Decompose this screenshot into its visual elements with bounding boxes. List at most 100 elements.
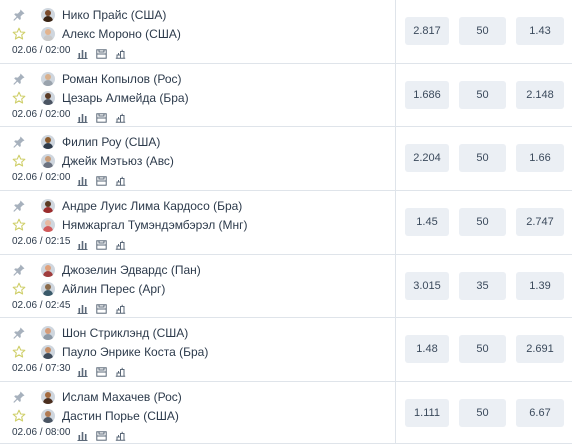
bar-chart-icon[interactable] (77, 237, 88, 250)
field-stats-icon[interactable] (96, 364, 107, 377)
pin-icon[interactable] (12, 199, 26, 213)
fighter2-name[interactable]: Нямжаргал Тумэндэмбэрэл (Мнг) (62, 218, 248, 232)
odd-draw-button[interactable]: 50 (459, 81, 506, 109)
event-time: 02.06 / 07:30 (12, 363, 71, 374)
fighter1-avatar (41, 72, 55, 86)
fighter2-name[interactable]: Джейк Мэтьюз (Авс) (62, 154, 174, 168)
odd-win1-button[interactable]: 2.817 (405, 17, 449, 45)
pin-icon[interactable] (12, 326, 26, 340)
star-outline-icon[interactable] (12, 154, 26, 168)
fighter2-name[interactable]: Дастин Порье (США) (62, 409, 179, 423)
star-outline-icon[interactable] (12, 345, 26, 359)
fighter1-avatar (41, 135, 55, 149)
fighter1-name[interactable]: Шон Стриклэнд (США) (62, 326, 188, 340)
event-info[interactable]: Шон Стриклэнд (США) Пауло Энрике Коста (… (0, 318, 395, 381)
event-info[interactable]: Нико Прайс (США) Алекс Мороно (США) 02.0… (0, 0, 395, 63)
events-list: Нико Прайс (США) Алекс Мороно (США) 02.0… (0, 0, 572, 444)
odd-win1-button[interactable]: 1.111 (405, 399, 449, 427)
odd-win1-button[interactable]: 3.015 (405, 272, 449, 300)
field-stats-icon[interactable] (96, 301, 107, 314)
event-time: 02.06 / 02:45 (12, 300, 71, 311)
fighter1-name[interactable]: Роман Копылов (Рос) (62, 72, 181, 86)
pin-icon[interactable] (12, 263, 26, 277)
event-info[interactable]: Джозелин Эдвардс (Пан) Айлин Перес (Арг)… (0, 255, 395, 317)
event-row: Ислам Махачев (Рос) Дастин Порье (США) 0… (0, 382, 572, 444)
event-time: 02.06 / 02:00 (12, 45, 71, 56)
odd-draw-button[interactable]: 50 (459, 399, 506, 427)
row-divider (395, 318, 396, 381)
odd-draw-button[interactable]: 35 (459, 272, 506, 300)
odd-draw-button[interactable]: 50 (459, 144, 506, 172)
bracket-icon[interactable] (115, 364, 126, 377)
fighter2-name[interactable]: Айлин Перес (Арг) (62, 282, 165, 296)
fighter2-name[interactable]: Цезарь Алмейда (Бра) (62, 91, 189, 105)
bar-chart-icon[interactable] (77, 110, 88, 123)
star-outline-icon[interactable] (12, 409, 26, 423)
field-stats-icon[interactable] (96, 110, 107, 123)
pin-icon[interactable] (12, 390, 26, 404)
bar-chart-icon[interactable] (77, 364, 88, 377)
pin-icon[interactable] (12, 8, 26, 22)
bar-chart-icon[interactable] (77, 428, 88, 441)
event-info[interactable]: Роман Копылов (Рос) Цезарь Алмейда (Бра)… (0, 64, 395, 126)
event-row: Джозелин Эдвардс (Пан) Айлин Перес (Арг)… (0, 255, 572, 318)
fighter2-name[interactable]: Пауло Энрике Коста (Бра) (62, 345, 208, 359)
event-info[interactable]: Филип Роу (США) Джейк Мэтьюз (Авс) 02.06… (0, 127, 395, 190)
pin-icon[interactable] (12, 135, 26, 149)
star-outline-icon[interactable] (12, 282, 26, 296)
star-outline-icon[interactable] (12, 91, 26, 105)
fighter1-avatar (41, 326, 55, 340)
odd-win2-button[interactable]: 6.67 (516, 399, 564, 427)
odd-win1-button[interactable]: 1.45 (405, 208, 449, 236)
event-info[interactable]: Ислам Махачев (Рос) Дастин Порье (США) 0… (0, 382, 395, 443)
star-outline-icon[interactable] (12, 218, 26, 232)
event-time: 02.06 / 02:15 (12, 236, 71, 247)
event-time: 02.06 / 02:00 (12, 172, 71, 183)
odd-win2-button[interactable]: 1.43 (516, 17, 564, 45)
field-stats-icon[interactable] (96, 46, 107, 59)
fighter1-name[interactable]: Филип Роу (США) (62, 135, 160, 149)
bracket-icon[interactable] (115, 301, 126, 314)
event-info[interactable]: Андре Луис Лима Кардосо (Бра) Нямжаргал … (0, 191, 395, 254)
pin-icon[interactable] (12, 72, 26, 86)
field-stats-icon[interactable] (96, 237, 107, 250)
odd-win1-button[interactable]: 1.686 (405, 81, 449, 109)
event-row: Роман Копылов (Рос) Цезарь Алмейда (Бра)… (0, 64, 572, 127)
bracket-icon[interactable] (115, 173, 126, 186)
odd-win2-button[interactable]: 1.66 (516, 144, 564, 172)
odd-win1-button[interactable]: 1.48 (405, 335, 449, 363)
odd-draw-button[interactable]: 50 (459, 335, 506, 363)
bar-chart-icon[interactable] (77, 301, 88, 314)
fighter2-avatar (41, 91, 55, 105)
fighter1-avatar (41, 263, 55, 277)
bracket-icon[interactable] (115, 110, 126, 123)
bracket-icon[interactable] (115, 46, 126, 59)
odd-win1-button[interactable]: 2.204 (405, 144, 449, 172)
odd-win2-button[interactable]: 2.691 (516, 335, 564, 363)
field-stats-icon[interactable] (96, 428, 107, 441)
bracket-icon[interactable] (115, 428, 126, 441)
field-stats-icon[interactable] (96, 173, 107, 186)
odd-draw-button[interactable]: 50 (459, 208, 506, 236)
odd-win2-button[interactable]: 2.747 (516, 208, 564, 236)
bar-chart-icon[interactable] (77, 46, 88, 59)
fighter1-name[interactable]: Ислам Махачев (Рос) (62, 390, 182, 404)
odd-win2-button[interactable]: 1.39 (516, 272, 564, 300)
fighter2-name[interactable]: Алекс Мороно (США) (62, 27, 181, 41)
odd-win2-button[interactable]: 2.148 (516, 81, 564, 109)
event-time: 02.06 / 08:00 (12, 427, 71, 438)
fighter1-avatar (41, 199, 55, 213)
event-row: Шон Стриклэнд (США) Пауло Энрике Коста (… (0, 318, 572, 382)
row-divider (395, 64, 396, 126)
fighter1-name[interactable]: Джозелин Эдвардс (Пан) (62, 263, 201, 277)
fighter1-name[interactable]: Андре Луис Лима Кардосо (Бра) (62, 199, 242, 213)
fighter1-name[interactable]: Нико Прайс (США) (62, 8, 166, 22)
event-row: Филип Роу (США) Джейк Мэтьюз (Авс) 02.06… (0, 127, 572, 191)
bracket-icon[interactable] (115, 237, 126, 250)
odd-draw-button[interactable]: 50 (459, 17, 506, 45)
bar-chart-icon[interactable] (77, 173, 88, 186)
row-divider (395, 0, 396, 63)
star-outline-icon[interactable] (12, 27, 26, 41)
event-row: Нико Прайс (США) Алекс Мороно (США) 02.0… (0, 0, 572, 64)
fighter2-avatar (41, 218, 55, 232)
